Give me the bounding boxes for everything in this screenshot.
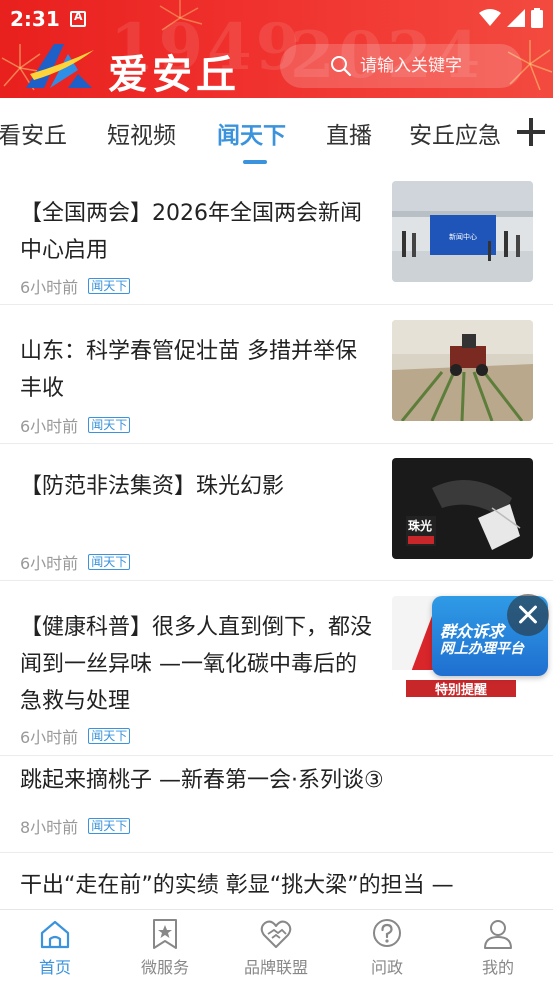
news-tag: 闻天下 xyxy=(88,728,131,744)
news-title: 跳起来摘桃子 —新春第一会·系列谈③ xyxy=(20,768,384,793)
battery-icon xyxy=(531,8,543,28)
active-tab-indicator xyxy=(243,160,267,164)
nav-inquiry[interactable]: 问政 xyxy=(332,910,442,984)
app-header: 1949 2024 2:31 A 爱安丘 请输入关键字 xyxy=(0,0,553,98)
news-tag: 闻天下 xyxy=(88,278,131,294)
add-channel-icon[interactable] xyxy=(517,118,545,146)
news-thumbnail: 珠光 xyxy=(392,458,533,559)
news-time: 6小时前 xyxy=(20,728,79,747)
close-icon[interactable] xyxy=(507,594,549,636)
news-tag: 闻天下 xyxy=(88,818,131,834)
nav-label: 首页 xyxy=(38,958,71,977)
nav-brand-alliance[interactable]: 品牌联盟 xyxy=(221,910,331,984)
tab-short-video[interactable]: 短视频 xyxy=(107,116,176,150)
tab-anqiu-emergency[interactable]: 安丘应急 xyxy=(409,116,501,150)
app-logo-icon xyxy=(26,44,94,88)
news-title: 【全国两会】2026年全国两会新闻中心启用 xyxy=(20,201,362,263)
bookmark-star-icon xyxy=(153,919,177,949)
news-time: 6小时前 xyxy=(20,278,79,297)
nav-label: 我的 xyxy=(481,958,514,977)
nav-label: 问政 xyxy=(370,958,403,977)
home-icon xyxy=(40,920,70,949)
handshake-heart-icon xyxy=(260,920,292,948)
news-time: 6小时前 xyxy=(20,417,79,436)
news-title: 【防范非法集资】珠光幻影 xyxy=(20,474,285,499)
nav-label: 品牌联盟 xyxy=(243,958,308,977)
list-item[interactable]: 【全国两会】2026年全国两会新闻中心启用 6小时前 闻天下 新闻中心 xyxy=(0,168,553,305)
search-icon xyxy=(331,56,352,77)
news-thumbnail xyxy=(392,320,533,421)
badge-line-2: 网上办理平台 xyxy=(440,641,524,657)
news-time: 6小时前 xyxy=(20,554,79,573)
nav-micro-service[interactable]: 微服务 xyxy=(110,910,220,984)
user-icon xyxy=(484,920,512,949)
status-time: 2:31 xyxy=(10,7,60,31)
notification-icon: A xyxy=(70,10,86,27)
tab-live[interactable]: 直播 xyxy=(326,116,372,150)
search-bar[interactable] xyxy=(280,44,540,88)
signal-icon xyxy=(507,9,525,27)
svg-text:特别提醒: 特别提醒 xyxy=(435,682,487,697)
svg-text:珠光: 珠光 xyxy=(408,518,432,533)
news-time: 8小时前 xyxy=(20,818,79,837)
bottom-nav: 首页 微服务 品牌联盟 问政 我的 xyxy=(0,909,553,984)
list-item[interactable]: 【防范非法集资】珠光幻影 6小时前 闻天下 珠光 xyxy=(0,444,553,581)
list-item[interactable]: 跳起来摘桃子 —新春第一会·系列谈③ 8小时前 闻天下 xyxy=(0,756,553,853)
wifi-icon xyxy=(479,9,501,26)
question-bubble-icon xyxy=(373,919,401,947)
nav-label: 微服务 xyxy=(140,958,189,977)
tab-kan-anqiu[interactable]: 看安丘 xyxy=(0,116,67,150)
news-tag: 闻天下 xyxy=(88,417,131,433)
channel-tabs: 看安丘 短视频 闻天下 直播 安丘应急 xyxy=(0,98,553,168)
news-list: 【全国两会】2026年全国两会新闻中心启用 6小时前 闻天下 新闻中心 山东：科… xyxy=(0,168,553,909)
search-input[interactable] xyxy=(360,56,540,76)
svg-text:新闻中心: 新闻中心 xyxy=(449,232,477,241)
status-bar: 2:31 A xyxy=(0,0,553,38)
news-title: 干出“走在前”的实绩 彰显“挑大梁”的担当 — xyxy=(20,873,454,898)
news-tag: 闻天下 xyxy=(88,554,131,570)
list-item[interactable]: 山东：科学春管促壮苗 多措并举保丰收 6小时前 闻天下 xyxy=(0,305,553,444)
list-item[interactable]: 干出“走在前”的实绩 彰显“挑大梁”的担当 — xyxy=(0,853,553,909)
news-title: 【健康科普】很多人直到倒下，都没闻到一丝异味 —一氧化碳中毒后的急救与处理 xyxy=(20,615,373,714)
tab-world-news[interactable]: 闻天下 xyxy=(217,116,286,150)
nav-home[interactable]: 首页 xyxy=(0,910,110,984)
news-thumbnail: 新闻中心 xyxy=(392,181,533,282)
nav-mine[interactable]: 我的 xyxy=(443,910,553,984)
news-title: 山东：科学春管促壮苗 多措并举保丰收 xyxy=(20,339,357,401)
app-title: 爱安丘 xyxy=(108,51,240,98)
